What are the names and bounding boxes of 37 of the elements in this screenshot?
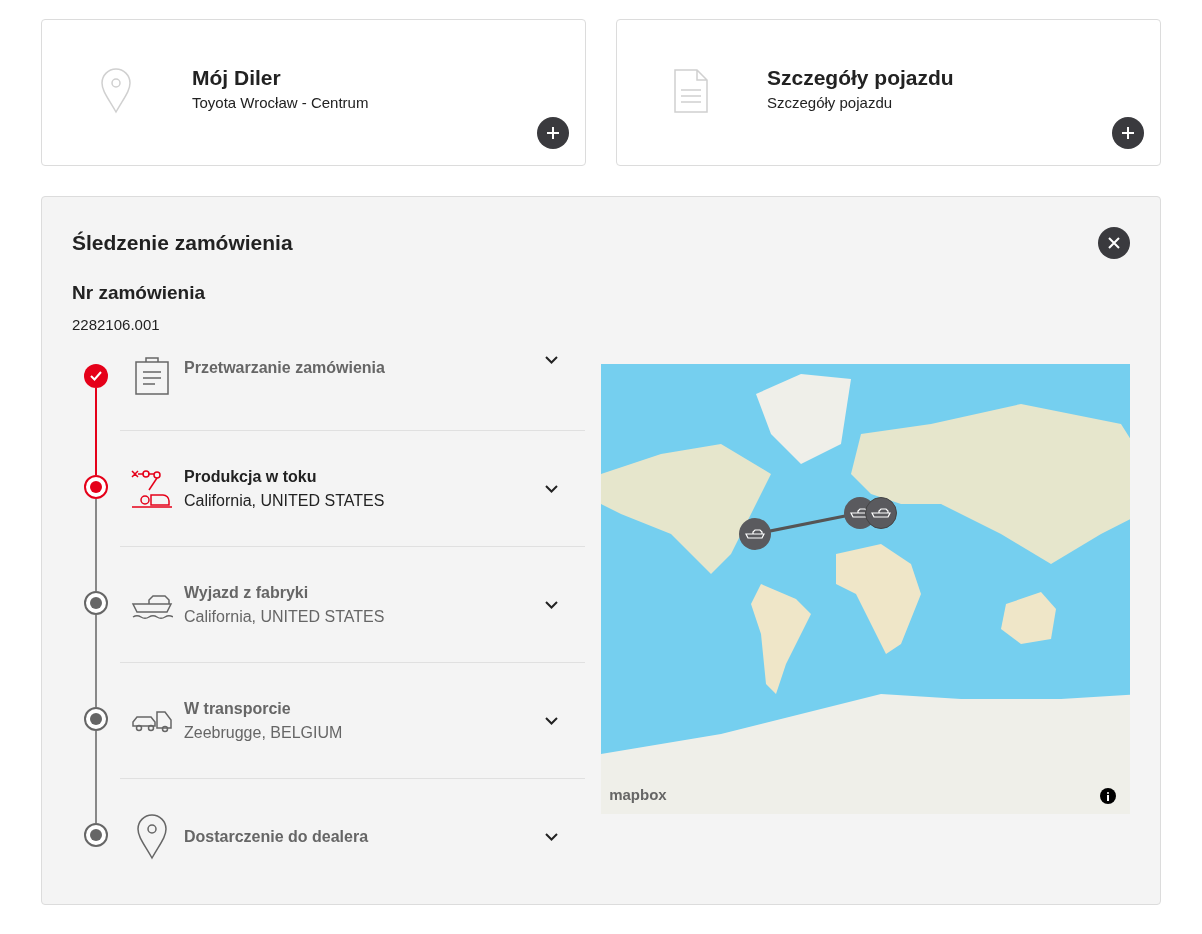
chevron-down-icon[interactable]: [545, 832, 559, 841]
step-title: W transporcie: [184, 698, 292, 719]
chevron-down-icon[interactable]: [545, 716, 559, 725]
step-location: California, UNITED STATES: [184, 606, 386, 627]
document-icon: [673, 68, 709, 114]
card-subtitle: Toyota Wrocław - Centrum: [192, 93, 369, 113]
info-icon: [1106, 791, 1110, 801]
add-button[interactable]: [537, 117, 569, 149]
panel-title: Śledzenie zamówienia: [72, 230, 293, 257]
step-title: Przetwarzanie zamówienia: [184, 358, 386, 378]
order-number: 2282106.001: [72, 314, 161, 335]
map-marker-cluster-icon[interactable]: [844, 497, 898, 529]
chevron-down-icon[interactable]: [545, 600, 559, 609]
chevron-down-icon[interactable]: [545, 484, 559, 493]
step-marker-icon: [84, 823, 108, 847]
close-button[interactable]: [1098, 227, 1130, 259]
step-location: Zeebrugge, BELGIUM: [184, 722, 344, 743]
clipboard-icon: [134, 356, 170, 396]
step-title: Wyjazd z fabryki: [184, 582, 310, 603]
close-icon: [1108, 237, 1120, 249]
step-title: Produkcja w toku: [184, 466, 318, 487]
card-subtitle: Szczegóły pojazdu: [767, 93, 894, 113]
step-location: California, UNITED STATES: [184, 490, 386, 511]
add-button[interactable]: [1112, 117, 1144, 149]
step-marker-icon: [84, 591, 108, 615]
location-pin-icon: [100, 68, 132, 114]
card-title: Szczegóły pojazdu: [767, 65, 954, 91]
card-title: Mój Diler: [192, 65, 282, 91]
robot-arm-icon: [131, 468, 173, 509]
plus-icon: [546, 126, 560, 140]
order-number-label: Nr zamówienia: [72, 281, 207, 305]
map-attribution-logo[interactable]: mapbox: [609, 783, 667, 806]
step-title: Dostarczenie do dealera: [184, 826, 370, 847]
chevron-down-icon[interactable]: [545, 356, 559, 364]
location-pin-icon: [136, 813, 168, 860]
plus-icon: [1121, 126, 1135, 140]
step-marker-icon: [84, 707, 108, 731]
